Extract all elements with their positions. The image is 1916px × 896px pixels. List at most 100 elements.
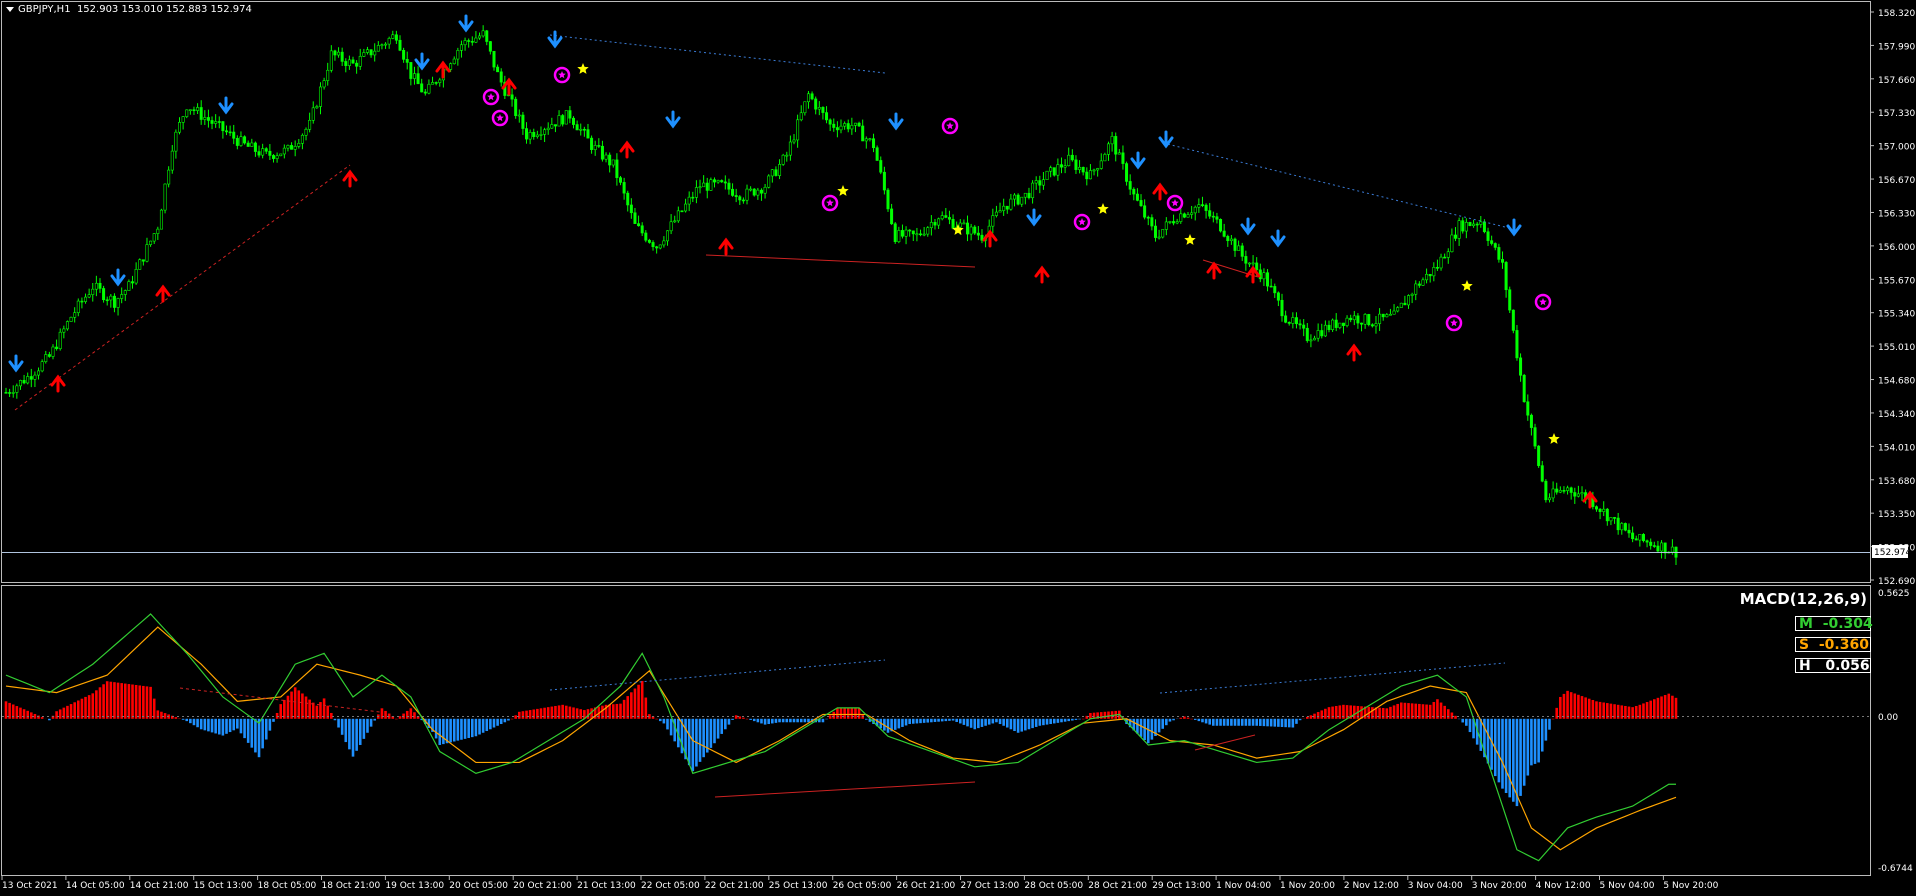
macd-hist-bar xyxy=(1150,718,1154,740)
macd-hist-bar xyxy=(781,718,785,723)
price-tick-label: 157.000 xyxy=(1878,143,1915,153)
candle-body xyxy=(597,145,601,147)
macd-hist-bar xyxy=(1287,718,1291,728)
up-arrow-icon xyxy=(1034,265,1050,284)
candle-body xyxy=(1392,310,1396,315)
time-tick-label: 26 Oct 05:00 xyxy=(833,881,892,891)
macd-hist-bar xyxy=(644,697,648,719)
macd-hist-bar xyxy=(691,718,695,772)
candle-body xyxy=(904,229,908,237)
macd-hist-bar xyxy=(1569,692,1573,719)
macd-hist-bar xyxy=(575,708,579,719)
candle-body xyxy=(857,122,861,127)
macd-hist-bar xyxy=(196,718,199,728)
time-tick-label: 21 Oct 13:00 xyxy=(577,881,636,891)
macd-hist-bar xyxy=(4,701,8,719)
candle-body xyxy=(29,376,33,380)
price-tick-label: 156.330 xyxy=(1878,209,1915,219)
macd-hist-bar xyxy=(752,718,756,722)
down-arrow-icon xyxy=(1506,218,1522,237)
candle-body xyxy=(868,138,872,141)
macd-hist-bar xyxy=(1551,718,1555,720)
macd-hist-bar xyxy=(228,718,232,733)
macd-hist-bar xyxy=(373,718,377,721)
macd-hist-bar xyxy=(452,718,456,742)
candle-body xyxy=(1497,247,1501,260)
macd-hist-bar xyxy=(1186,717,1190,719)
candle-body xyxy=(890,208,894,225)
time-tick-label: 22 Oct 21:00 xyxy=(705,881,764,891)
candle-body xyxy=(488,41,492,52)
star-icon xyxy=(837,185,849,196)
candle-body xyxy=(1193,206,1197,214)
candle-body xyxy=(1609,517,1613,522)
candle-body xyxy=(149,240,153,245)
macd-hist-bar xyxy=(1298,718,1302,721)
macd-hist-bar xyxy=(409,708,413,719)
macd-hist-bar xyxy=(1056,718,1060,723)
candle-body xyxy=(1652,545,1656,547)
trendline-red-dashed xyxy=(14,164,351,411)
macd-hist-bar xyxy=(384,710,387,719)
candle-body xyxy=(492,50,496,68)
macd-hist-bar xyxy=(771,718,774,724)
candle-body xyxy=(1461,220,1465,232)
macd-hist-bar xyxy=(48,718,51,721)
macd-hist-bar xyxy=(351,718,355,757)
candle-body xyxy=(1070,154,1074,161)
candle-body xyxy=(626,192,630,206)
candle-body xyxy=(221,121,225,132)
down-arrow-icon xyxy=(1158,130,1174,149)
circle-star-inner-icon xyxy=(946,122,954,130)
macd-hist-bar xyxy=(713,718,716,744)
macd-hist-bar xyxy=(160,711,163,719)
candle-body xyxy=(966,222,970,235)
candle-body xyxy=(1143,205,1147,218)
candle-body xyxy=(1233,238,1237,251)
macd-hist-bar xyxy=(1519,718,1522,796)
circle-star-inner-icon xyxy=(558,71,566,79)
macd-hist-bar xyxy=(30,712,33,719)
macd-hist-bar xyxy=(481,718,485,733)
macd-hist-bar xyxy=(731,718,734,720)
candle-body xyxy=(1067,154,1071,167)
macd-hist-bar xyxy=(854,708,857,719)
candle-body xyxy=(1374,323,1378,327)
macd-hist-bar xyxy=(1052,718,1056,724)
price-chart[interactable]: 158.320 157.990 157.660 157.330 157.000 156.6… xyxy=(0,0,1916,896)
candle-body xyxy=(1125,163,1129,182)
candle-body xyxy=(1500,259,1504,263)
macd-hist-bar xyxy=(789,718,792,723)
macd-hist-bar xyxy=(1197,718,1201,722)
candle-body xyxy=(1002,205,1006,211)
macd-hist-bar xyxy=(308,699,311,719)
macd-hist-bar xyxy=(199,718,203,730)
macd-hist-bar xyxy=(958,718,962,724)
candle-body xyxy=(1081,166,1085,173)
candle-body xyxy=(875,147,879,161)
macd-hist-bar xyxy=(174,717,178,719)
candle-body xyxy=(1262,272,1266,280)
macd-hist-bar xyxy=(1212,718,1215,726)
candle-body xyxy=(174,131,178,152)
candle-body xyxy=(846,123,850,130)
candle-body xyxy=(897,230,901,243)
macd-hist-bar xyxy=(1230,718,1233,726)
time-tick-label: 29 Oct 13:00 xyxy=(1152,881,1211,891)
macd-hist-bar xyxy=(1034,718,1038,727)
candle-body xyxy=(1088,170,1092,180)
candle-body xyxy=(944,215,948,218)
star-icon xyxy=(577,63,589,74)
macd-signal-value: -0.360 xyxy=(1818,637,1869,653)
macd-hist-bar xyxy=(1049,718,1052,725)
macd-hist-bar xyxy=(1562,693,1566,719)
circle-star-inner-icon xyxy=(826,199,834,207)
macd-hist-bar xyxy=(91,693,95,719)
candle-body xyxy=(188,109,192,112)
candle-body xyxy=(1613,517,1617,519)
up-arrow-icon xyxy=(435,60,451,79)
macd-hist-bar xyxy=(734,715,738,719)
candle-body xyxy=(1106,143,1110,155)
macd-hist-bar xyxy=(1157,718,1161,733)
macd-hist-bar xyxy=(434,718,438,739)
